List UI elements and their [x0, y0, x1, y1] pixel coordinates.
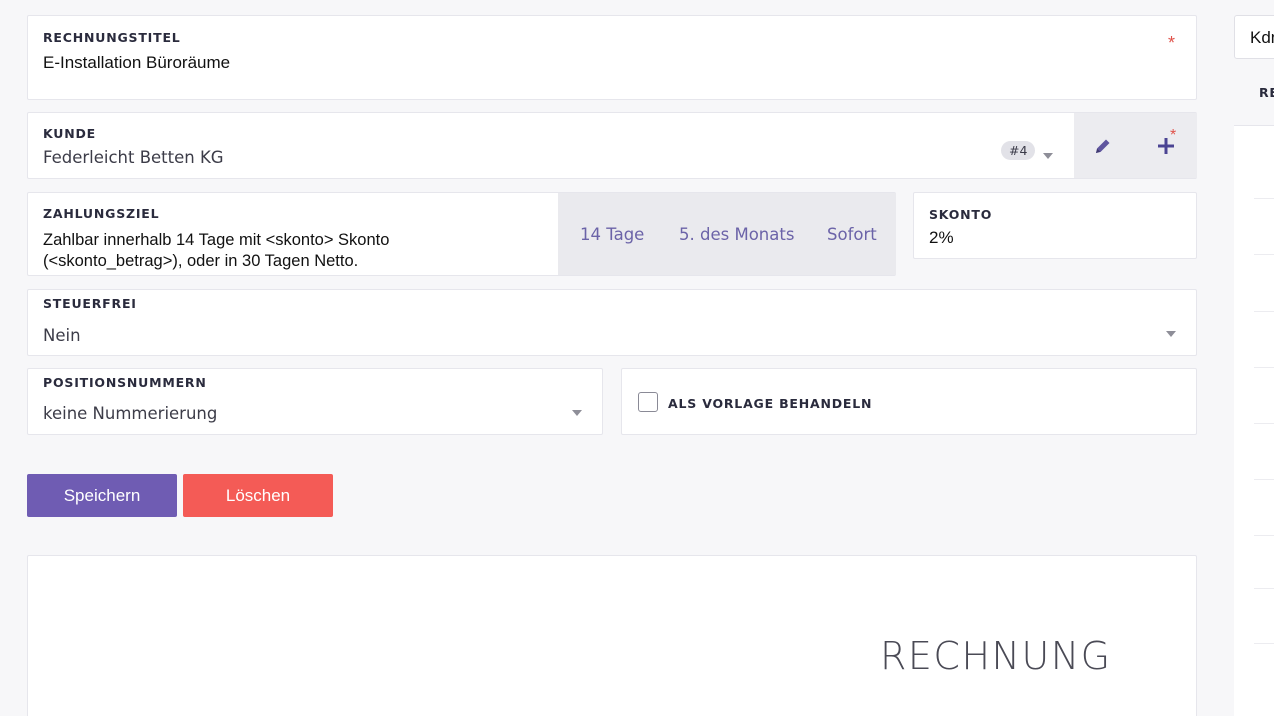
payment-terms-label: ZAHLUNGSZIEL — [43, 206, 160, 221]
title-field-card[interactable]: RECHNUNGSTITEL E-Installation Büroräume … — [27, 15, 1197, 100]
tax-free-select[interactable]: Nein — [43, 326, 81, 345]
discount-input[interactable]: 2% — [929, 228, 954, 248]
payment-terms-card[interactable]: ZAHLUNGSZIEL Zahlbar innerhalb 14 Tage m… — [27, 192, 896, 276]
discount-field-label: SKONTO — [929, 207, 993, 222]
tax-free-field-label: STEUERFREI — [43, 296, 137, 311]
edit-customer-button[interactable] — [1074, 113, 1132, 178]
pencil-icon — [1096, 139, 1110, 153]
add-customer-button[interactable]: * — [1134, 113, 1197, 178]
invoice-preview: RECHNUNG — [27, 555, 1197, 716]
payment-terms-line-1[interactable]: Zahlbar innerhalb 14 Tage mit <skonto> S… — [43, 231, 389, 250]
invoice-preview-heading: RECHNUNG — [880, 634, 1112, 678]
list-divider — [1254, 588, 1274, 589]
chevron-down-icon[interactable] — [1166, 331, 1176, 337]
right-panel: Kdn RE — [1234, 0, 1274, 716]
chevron-down-icon[interactable] — [1043, 153, 1053, 159]
list-divider — [1254, 311, 1274, 312]
list-divider — [1254, 479, 1274, 480]
template-checkbox[interactable] — [638, 392, 658, 412]
payment-terms-line-2[interactable]: (<skonto_betrag>), oder in 30 Tagen Nett… — [43, 252, 358, 271]
position-numbers-select[interactable]: keine Nummerierung — [43, 404, 217, 423]
customer-number-input[interactable]: Kdn — [1234, 15, 1274, 59]
list-divider — [1254, 254, 1274, 255]
payment-terms-presets: 14 Tage 5. des Monats Sofort — [558, 193, 896, 275]
list-divider — [1254, 535, 1274, 536]
template-checkbox-label[interactable]: ALS VORLAGE BEHANDELN — [668, 396, 872, 411]
list-divider — [1254, 367, 1274, 368]
position-numbers-label: POSITIONSNUMMERN — [43, 375, 207, 390]
required-marker: * — [1168, 33, 1176, 53]
preset-14-tage-button[interactable]: 14 Tage — [580, 225, 644, 244]
save-button[interactable]: Speichern — [27, 474, 177, 517]
required-marker: * — [1170, 127, 1177, 144]
customer-field-label: KUNDE — [43, 126, 96, 141]
customer-select[interactable]: Federleicht Betten KG — [43, 148, 224, 167]
right-panel-heading: RE — [1259, 85, 1274, 100]
customer-actions: * — [1074, 113, 1197, 178]
template-checkbox-card[interactable]: ALS VORLAGE BEHANDELN — [621, 368, 1197, 435]
list-divider — [1254, 423, 1274, 424]
preset-sofort-button[interactable]: Sofort — [827, 225, 877, 244]
tax-free-field-card[interactable]: STEUERFREI Nein — [27, 289, 1197, 356]
list-divider — [1254, 198, 1274, 199]
customer-field-card[interactable]: KUNDE Federleicht Betten KG #4 * — [27, 112, 1197, 179]
title-field-label: RECHNUNGSTITEL — [43, 30, 181, 45]
position-numbers-field-card[interactable]: POSITIONSNUMMERN keine Nummerierung — [27, 368, 603, 435]
title-field-input[interactable]: E-Installation Büroräume — [43, 53, 230, 73]
chevron-down-icon[interactable] — [572, 410, 582, 416]
list-divider — [1254, 643, 1274, 644]
right-panel-list — [1234, 125, 1274, 716]
preset-5-des-monats-button[interactable]: 5. des Monats — [679, 225, 794, 244]
delete-button[interactable]: Löschen — [183, 474, 333, 517]
discount-field-card[interactable]: SKONTO 2% — [913, 192, 1197, 259]
customer-number-badge: #4 — [1001, 141, 1036, 160]
